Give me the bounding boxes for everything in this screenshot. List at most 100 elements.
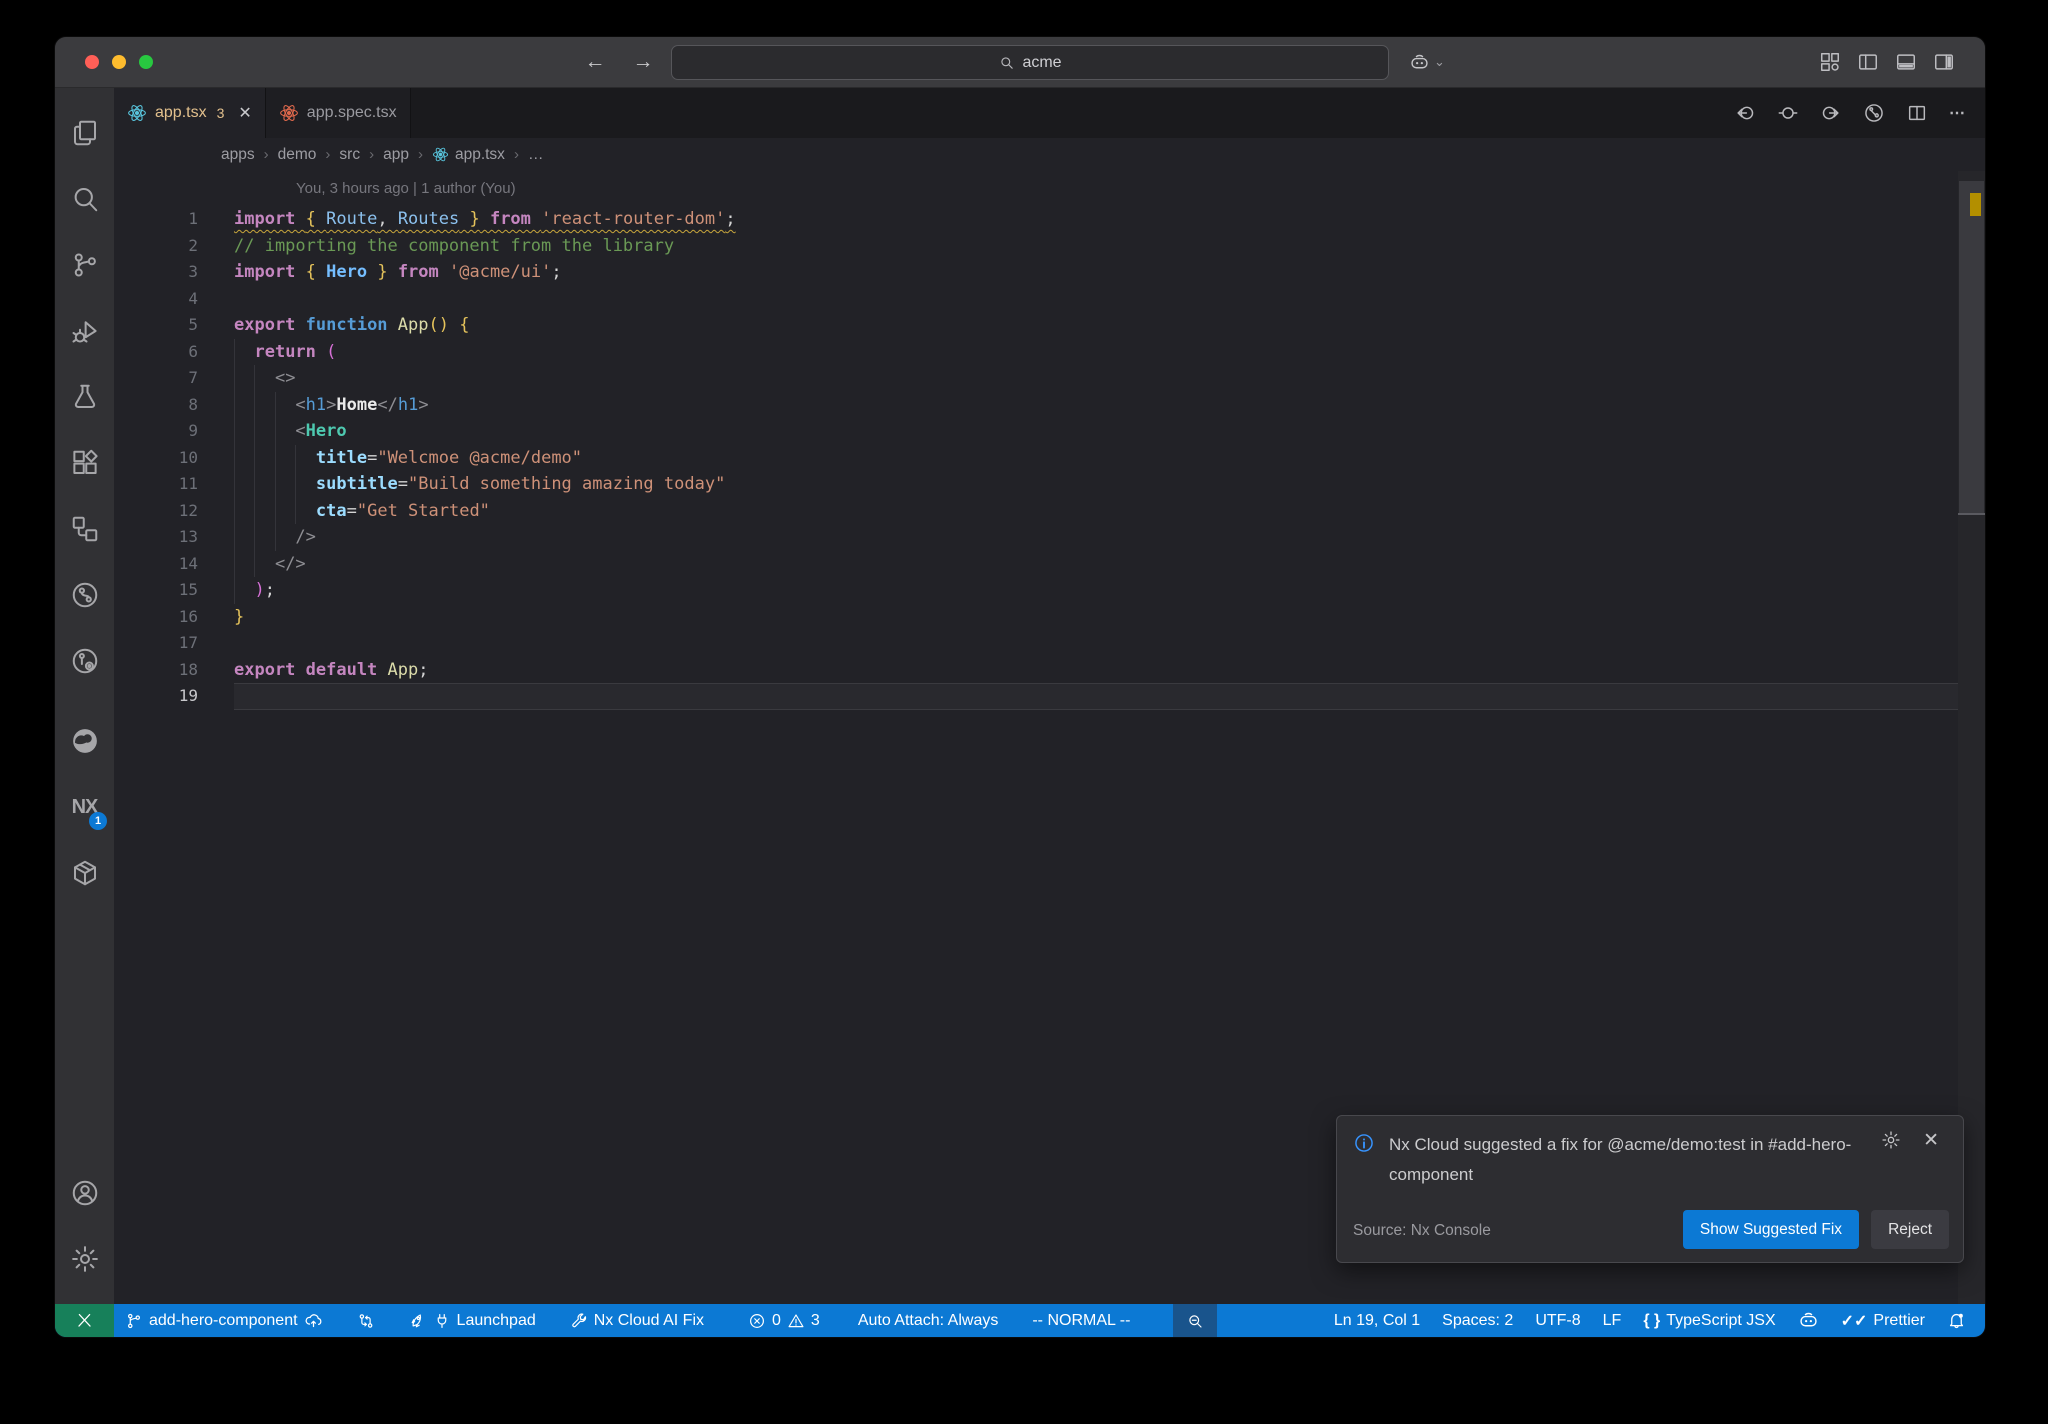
code-editor[interactable]: You, 3 hours ago | 1 author (You) 1 impor… xyxy=(114,171,1985,1304)
layout-sidebar-left-button[interactable] xyxy=(1857,51,1879,73)
zoom-window-button[interactable] xyxy=(139,55,153,69)
code-line-10[interactable]: 10 title="Welcmoe @acme/demo" xyxy=(114,444,1985,471)
code-line-11[interactable]: 11 subtitle="Build something amazing tod… xyxy=(114,471,1985,498)
layout-sidebar-right-button[interactable] xyxy=(1933,51,1955,73)
split-editor-button[interactable] xyxy=(1906,102,1928,124)
code-line-12[interactable]: 12 cta="Get Started" xyxy=(114,497,1985,524)
code-line-16[interactable]: 16} xyxy=(114,604,1985,631)
status-gitlens-launchpad[interactable]: Launchpad xyxy=(398,1304,547,1337)
layout-customize-button[interactable] xyxy=(1819,51,1841,73)
code-line-2[interactable]: 2 // importing the component from the lib… xyxy=(114,233,1985,260)
sidebar-item-nx-console[interactable]: NX 1 xyxy=(55,774,114,840)
indent-guide xyxy=(254,391,256,418)
status-nx-cloud-ai-fix[interactable]: Nx Cloud AI Fix xyxy=(559,1304,715,1337)
breadcrumb-item-…[interactable]: … xyxy=(528,146,544,164)
status-auto-attach[interactable]: Auto Attach: Always xyxy=(847,1304,1010,1337)
status-encoding[interactable]: UTF-8 xyxy=(1524,1304,1591,1337)
line-number: 19 xyxy=(178,686,198,705)
code-line-15[interactable]: 15 ); xyxy=(114,577,1985,604)
breadcrumb-item-apps[interactable]: apps xyxy=(221,146,255,164)
code-line-14[interactable]: 14 </> xyxy=(114,550,1985,577)
nav-forward-circle-button[interactable] xyxy=(1820,102,1842,124)
status-formatter-prettier[interactable]: ✓✓ Prettier xyxy=(1830,1304,1936,1337)
forward-arrow-icon[interactable]: → xyxy=(631,50,655,74)
breadcrumb-item-demo[interactable]: demo xyxy=(278,146,317,164)
tab-app.tsx[interactable]: app.tsx 3 ✕ xyxy=(114,88,266,138)
nav-location-circle-button[interactable] xyxy=(1777,102,1799,124)
breadcrumb: apps › demo › src › app › app.tsx ›… xyxy=(114,138,1985,171)
sidebar-item-explorer[interactable] xyxy=(55,100,114,166)
status-eol[interactable]: LF xyxy=(1592,1304,1633,1337)
status-indentation[interactable]: Spaces: 2 xyxy=(1431,1304,1524,1337)
status-problems[interactable]: 03 xyxy=(737,1304,831,1337)
sidebar-item-source-control[interactable] xyxy=(55,232,114,298)
code-line-4[interactable]: 4 xyxy=(114,286,1985,313)
layout-controls xyxy=(1819,37,1955,87)
line-content: ); xyxy=(234,577,1985,604)
breadcrumb-separator: › xyxy=(417,146,423,163)
breadcrumb-item-src[interactable]: src xyxy=(339,146,360,164)
reject-button[interactable]: Reject xyxy=(1871,1210,1949,1249)
line-number: 7 xyxy=(188,368,198,387)
status-label: UTF-8 xyxy=(1535,1311,1581,1329)
status-label: Prettier xyxy=(1873,1311,1925,1329)
status-git-branch[interactable]: add-hero-component xyxy=(114,1304,334,1337)
status-language-mode[interactable]: { } TypeScript JSX xyxy=(1632,1304,1786,1337)
sidebar-item-run-and-debug[interactable] xyxy=(55,298,114,364)
sidebar-item-search[interactable] xyxy=(55,166,114,232)
line-content xyxy=(234,286,1985,313)
breadcrumb-item-app[interactable]: app xyxy=(383,146,409,164)
sidebar-item-settings[interactable] xyxy=(55,1226,114,1292)
code-line-5[interactable]: 5 export function App() { xyxy=(114,312,1985,339)
tab-app.spec.tsx[interactable]: app.spec.tsx xyxy=(265,88,411,138)
nav-back-circle-button[interactable] xyxy=(1734,102,1756,124)
remote-indicator[interactable] xyxy=(55,1304,114,1337)
extensions-icon xyxy=(70,448,100,478)
show-suggested-fix-button[interactable]: Show Suggested Fix xyxy=(1682,1210,1860,1249)
code-line-3[interactable]: 3 import { Hero } from '@acme/ui'; xyxy=(114,259,1985,286)
notification-close-icon[interactable]: ✕ xyxy=(1923,1129,1939,1152)
sidebar-item-extensions[interactable] xyxy=(55,430,114,496)
indent-guide xyxy=(254,471,256,498)
breadcrumb-item-app.tsx[interactable]: app.tsx xyxy=(432,146,505,164)
breadcrumb-label: src xyxy=(339,145,361,163)
status-copilot-status[interactable] xyxy=(1787,1304,1830,1337)
status-git-compare[interactable] xyxy=(346,1304,386,1337)
sidebar-item-testing[interactable] xyxy=(55,364,114,430)
code-line-9[interactable]: 9 <Hero xyxy=(114,418,1985,445)
status-zoom-level[interactable] xyxy=(1173,1304,1218,1337)
search-value: acme xyxy=(1022,53,1062,71)
scrollbar-thumb[interactable] xyxy=(1959,181,1984,513)
code-line-17[interactable]: 17 xyxy=(114,630,1985,657)
sidebar-item-edge-tools[interactable] xyxy=(55,708,114,774)
command-center-search[interactable]: acme xyxy=(671,45,1389,80)
react-file-icon xyxy=(127,103,147,123)
sidebar-item-accounts[interactable] xyxy=(55,1160,114,1226)
back-arrow-icon[interactable]: ← xyxy=(583,50,607,74)
copilot-menu-button[interactable]: ⌄ xyxy=(1409,46,1445,78)
line-content xyxy=(234,683,1985,710)
sidebar-item-package-explorer[interactable] xyxy=(55,840,114,906)
code-line-7[interactable]: 7 <> xyxy=(114,365,1985,392)
code-line-18[interactable]: 18 export default App; xyxy=(114,657,1985,684)
sidebar-item-references[interactable] xyxy=(55,496,114,562)
ellipsis-button[interactable]: ⋯ xyxy=(1949,103,1965,123)
code-line-6[interactable]: 6 return ( xyxy=(114,338,1985,365)
sidebar-item-gitlens-inspect[interactable] xyxy=(55,628,114,694)
sidebar-item-gitlens[interactable] xyxy=(55,562,114,628)
tab-close-icon[interactable]: ✕ xyxy=(238,103,251,123)
status-cursor-position[interactable]: Ln 19, Col 1 xyxy=(1323,1304,1431,1337)
run-graph-circle-button[interactable] xyxy=(1863,102,1885,124)
code-line-13[interactable]: 13 /> xyxy=(114,524,1985,551)
code-line-1[interactable]: 1 import { Route, Routes } from 'react-ro… xyxy=(114,206,1985,233)
layout-panel-button[interactable] xyxy=(1895,51,1917,73)
status-notifications-bell[interactable] xyxy=(1936,1304,1977,1337)
notification-toast: Nx Cloud suggested a fix for @acme/demo:… xyxy=(1336,1115,1964,1263)
code-line-8[interactable]: 8 <h1>Home</h1> xyxy=(114,391,1985,418)
copilot-icon xyxy=(1798,1310,1819,1331)
status-vim-mode[interactable]: -- NORMAL -- xyxy=(1021,1304,1141,1337)
close-window-button[interactable] xyxy=(85,55,99,69)
code-line-19[interactable]: 19 xyxy=(114,683,1985,710)
notification-settings-gear-icon[interactable] xyxy=(1881,1130,1901,1150)
minimize-window-button[interactable] xyxy=(112,55,126,69)
